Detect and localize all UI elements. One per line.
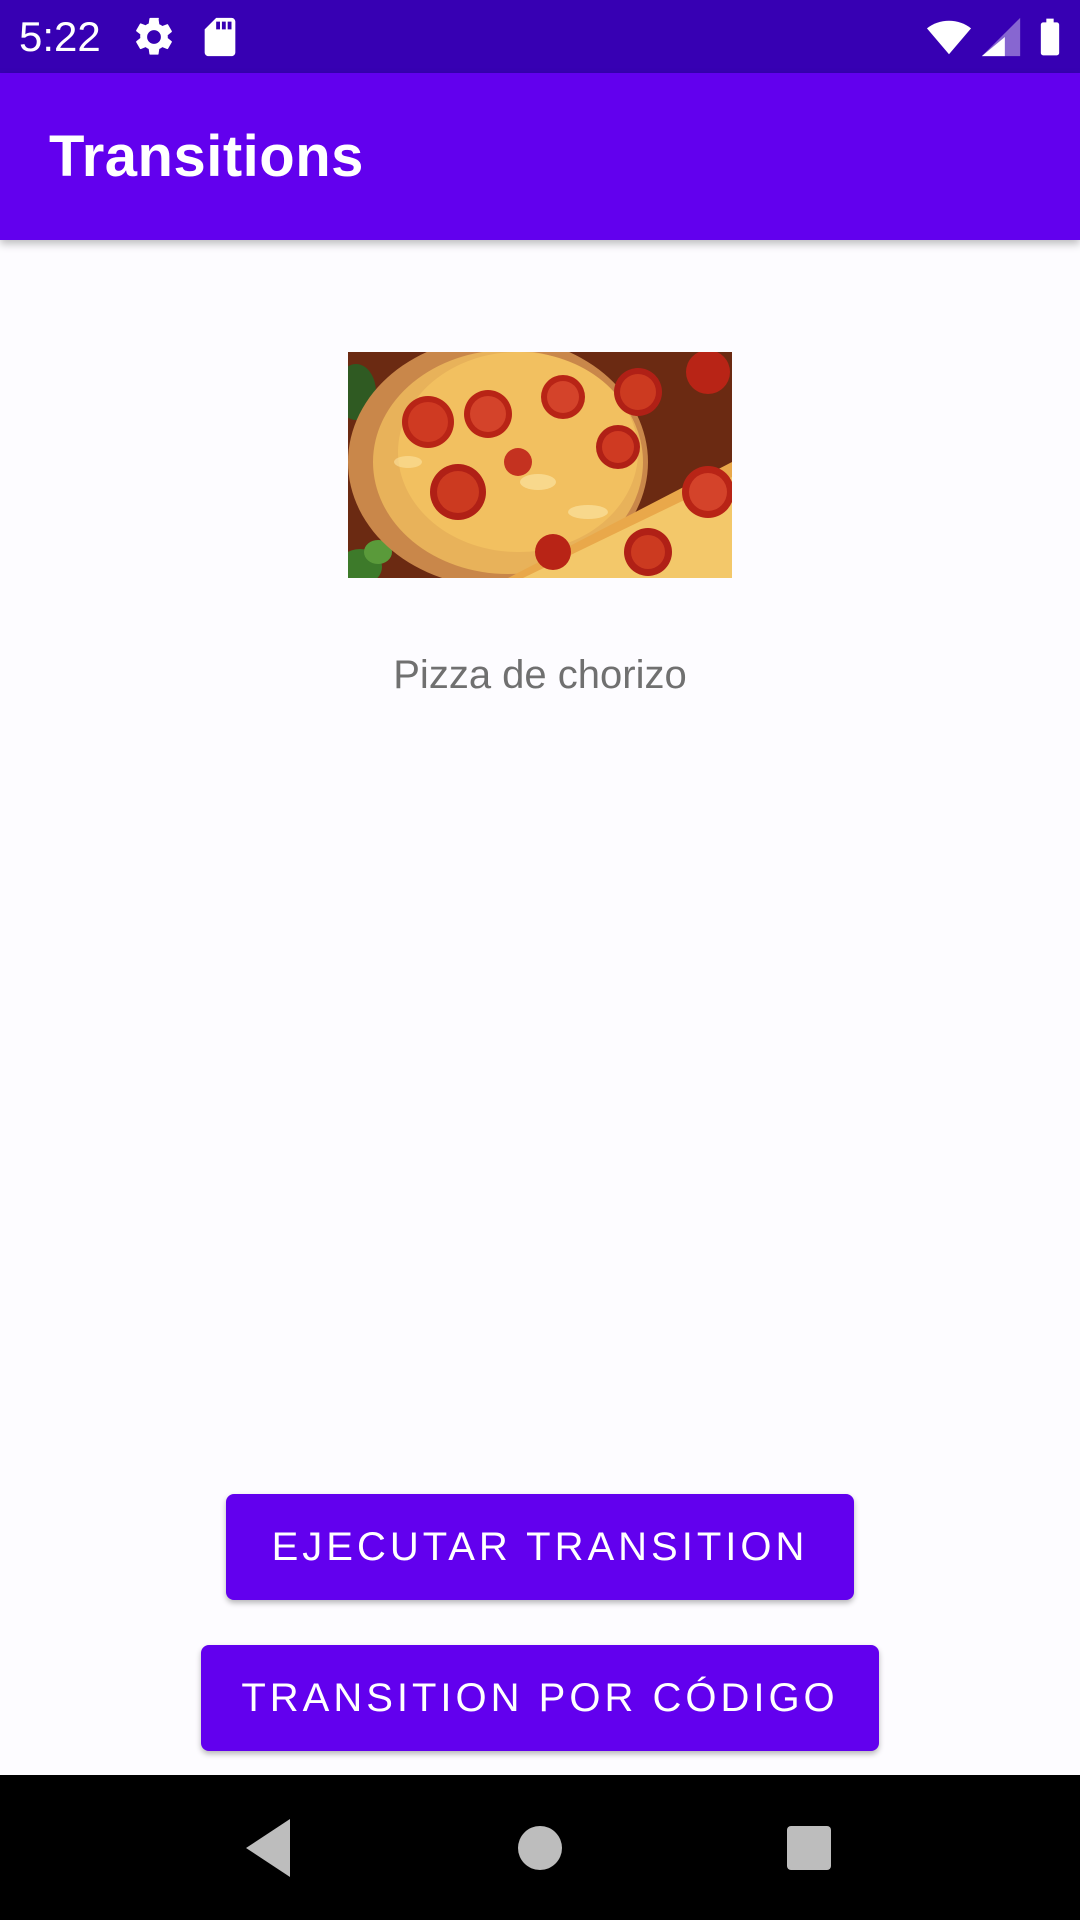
screen: 5:22 Transitions Pizza de chorizo EJECUT… <box>0 0 1080 1920</box>
cell-signal-icon <box>981 17 1021 57</box>
sd-card-icon <box>204 17 236 57</box>
run-transition-button[interactable]: EJECUTAR TRANSITION <box>226 1494 854 1600</box>
home-icon[interactable] <box>505 1813 575 1883</box>
item-label: Pizza de chorizo <box>393 653 687 697</box>
app-bar: Transitions <box>0 73 1080 240</box>
back-icon[interactable] <box>236 1813 306 1883</box>
recents-icon[interactable] <box>774 1813 844 1883</box>
app-title: Transitions <box>49 124 364 189</box>
pizza-illustration <box>348 352 732 578</box>
code-transition-button[interactable]: TRANSITION POR CÓDIGO <box>201 1645 879 1751</box>
nav-bar <box>0 1775 1080 1920</box>
battery-icon <box>1040 18 1060 56</box>
settings-icon <box>136 17 172 55</box>
status-time: 5:22 <box>19 13 101 60</box>
wifi-icon <box>926 20 972 55</box>
status-bar: 5:22 <box>0 0 1080 73</box>
pizza-image <box>348 352 732 578</box>
